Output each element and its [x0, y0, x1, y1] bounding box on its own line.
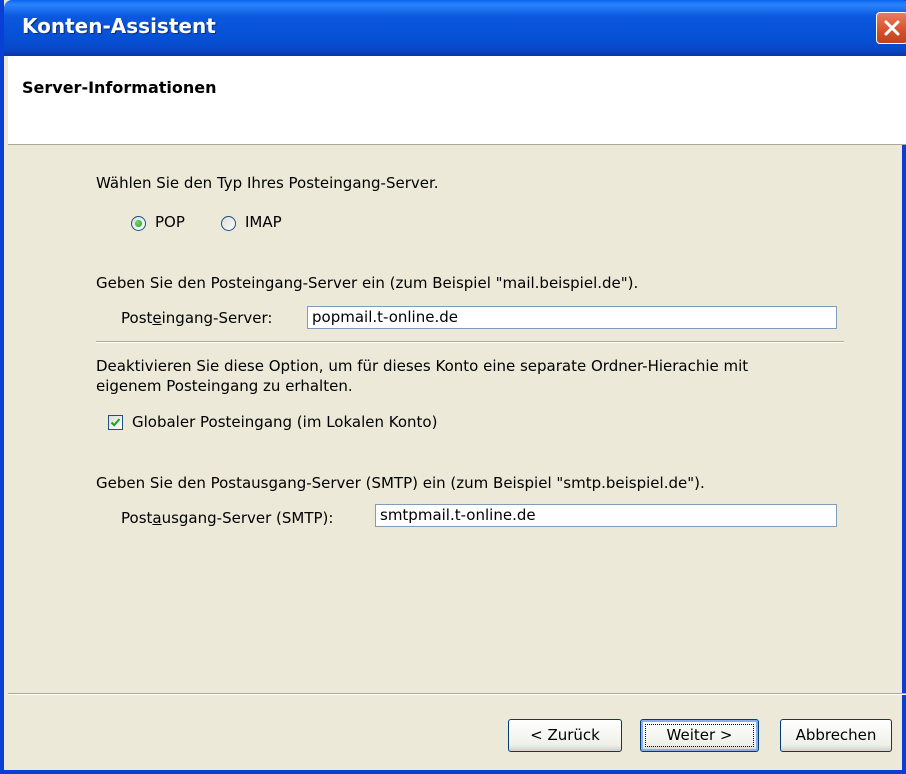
- separator: [96, 341, 844, 343]
- close-icon: [884, 20, 900, 36]
- outgoing-server-input[interactable]: smtpmail.t-online.de: [375, 504, 837, 527]
- radio-pop[interactable]: [131, 216, 146, 231]
- incoming-type-prompt: Wählen Sie den Typ Ihres Posteingang-Ser…: [96, 174, 439, 192]
- cancel-button[interactable]: Abbrechen: [780, 719, 892, 752]
- next-button[interactable]: Weiter >: [640, 719, 759, 752]
- global-inbox-checkbox[interactable]: [108, 415, 123, 430]
- title-bar[interactable]: Konten-Assistent: [4, 0, 906, 56]
- outgoing-server-prompt: Geben Sie den Postausgang-Server (SMTP) …: [96, 474, 705, 492]
- window-title: Konten-Assistent: [22, 14, 216, 38]
- wizard-content: Wählen Sie den Typ Ihres Posteingang-Ser…: [8, 145, 906, 693]
- close-button[interactable]: [876, 12, 906, 44]
- radio-pop-label[interactable]: POP: [155, 213, 185, 231]
- radio-selected-dot: [135, 220, 142, 227]
- wizard-header: Server-Informationen: [8, 56, 906, 145]
- button-area-separator: [8, 693, 906, 695]
- outgoing-server-label: Postausgang-Server (SMTP):: [121, 509, 334, 527]
- incoming-server-prompt: Geben Sie den Posteingang-Server ein (zu…: [96, 274, 639, 292]
- global-inbox-label[interactable]: Globaler Posteingang (im Lokalen Konto): [132, 413, 437, 431]
- radio-imap-label[interactable]: IMAP: [245, 213, 282, 231]
- page-title: Server-Informationen: [22, 78, 217, 97]
- radio-imap[interactable]: [221, 216, 236, 231]
- checkmark-icon: [110, 418, 121, 427]
- back-button[interactable]: < Zurück: [508, 719, 622, 752]
- global-inbox-prompt-line1: Deaktivieren Sie diese Option, um für di…: [96, 357, 749, 375]
- focus-rect: [645, 724, 754, 747]
- global-inbox-prompt-line2: eigenem Posteingang zu erhalten.: [96, 377, 353, 395]
- incoming-server-input[interactable]: popmail.t-online.de: [307, 306, 837, 329]
- incoming-server-label: Posteingang-Server:: [121, 309, 273, 327]
- wizard-window: Konten-Assistent Server-Informationen Wä…: [0, 0, 906, 774]
